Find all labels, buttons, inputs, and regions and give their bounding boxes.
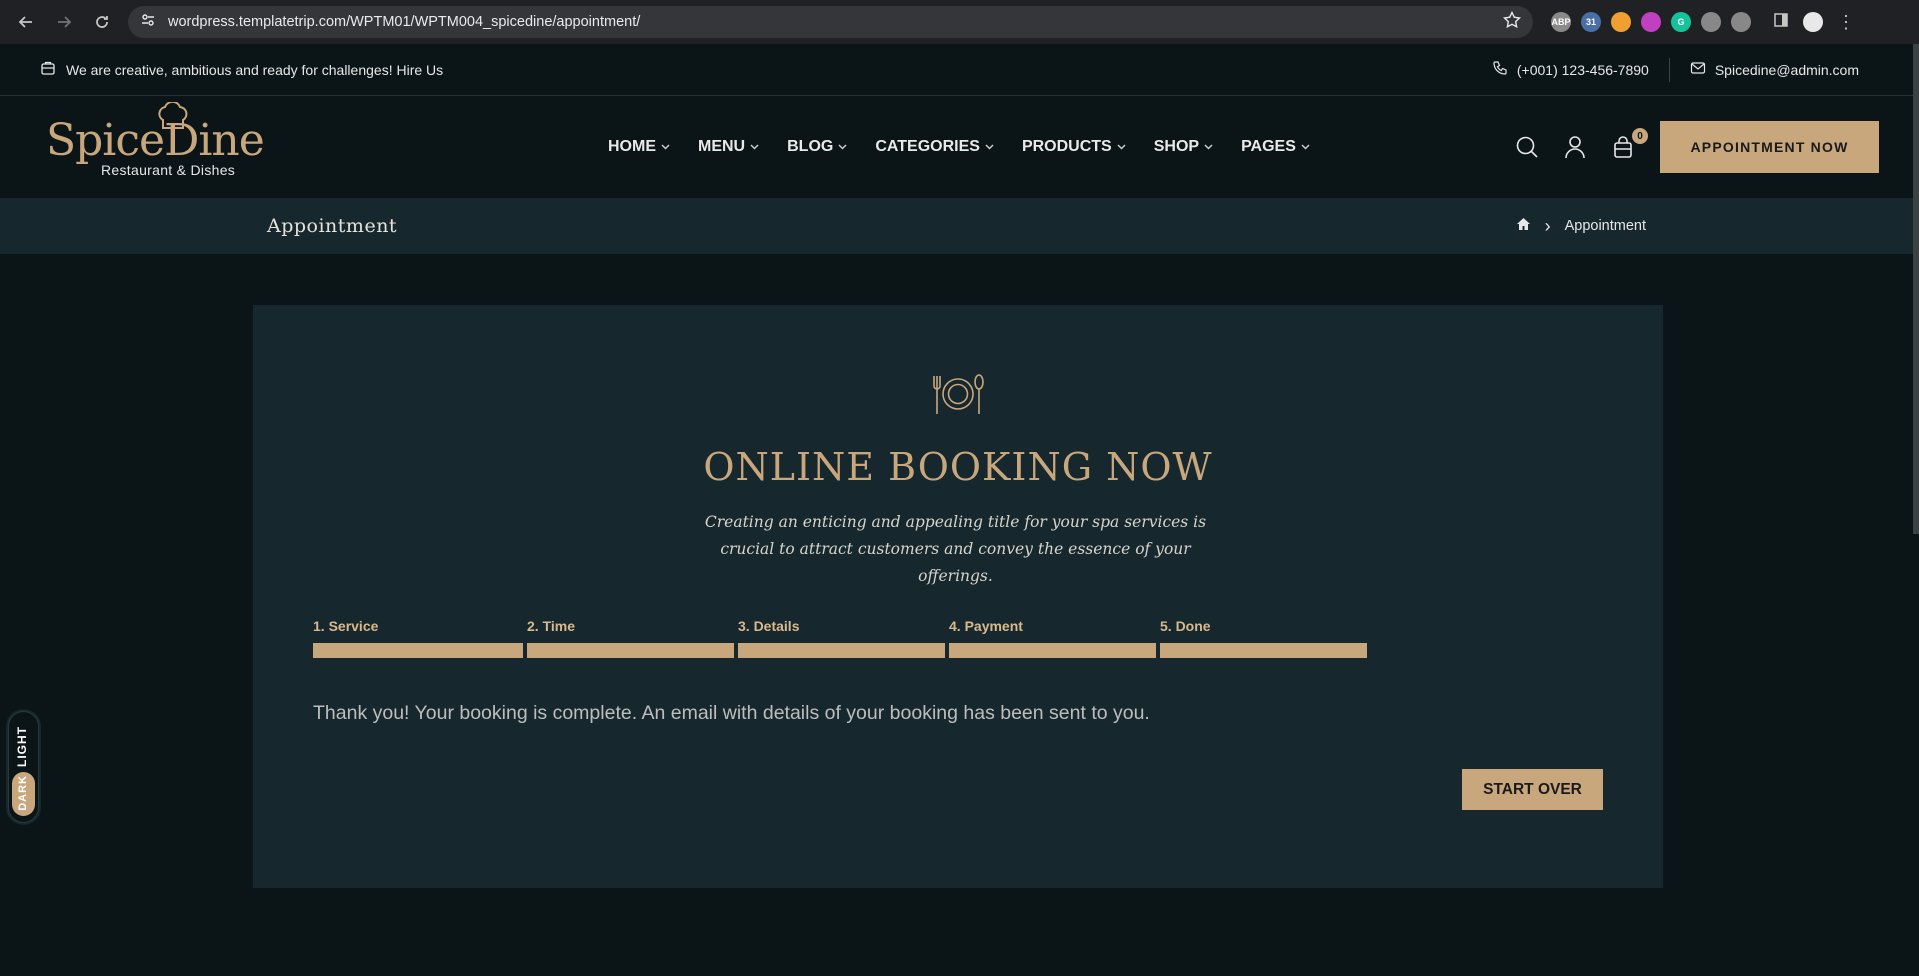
phone-number: (+001) 123-456-7890 <box>1516 61 1649 78</box>
step-label: 5. Done <box>1160 618 1211 634</box>
step-payment: 4. Payment <box>949 618 1156 658</box>
step-details: 3. Details <box>738 618 945 658</box>
light-mode-option[interactable]: LIGHT <box>15 726 29 767</box>
forward-button[interactable] <box>48 6 80 38</box>
calendar-icon[interactable]: 31 <box>1581 12 1601 32</box>
nav-label: PRODUCTS <box>1021 138 1112 155</box>
chevron-down-icon <box>1204 142 1213 153</box>
top-info-bar: We are creative, ambitious and ready for… <box>0 44 1919 96</box>
nav-label: HOME <box>608 138 656 155</box>
chevron-down-icon <box>1301 142 1310 153</box>
puzzle-icon[interactable] <box>1731 12 1751 32</box>
step-progress-bar <box>1160 643 1367 658</box>
briefcase-icon <box>40 60 56 79</box>
bookmark-star-icon[interactable] <box>1502 10 1522 34</box>
tagline-text[interactable]: We are creative, ambitious and ready for… <box>66 62 443 78</box>
chevron-down-icon <box>985 142 994 153</box>
page-title: Appointment <box>267 215 398 237</box>
nav-home[interactable]: HOME <box>594 138 684 156</box>
start-over-button[interactable]: START OVER <box>1462 769 1603 810</box>
nav-shop[interactable]: SHOP <box>1140 138 1227 156</box>
home-icon[interactable] <box>1516 217 1531 235</box>
nav-label: PAGES <box>1241 138 1296 155</box>
theme-toggle[interactable]: LIGHT DARK <box>8 711 39 823</box>
user-icon[interactable] <box>1562 134 1588 160</box>
cart-icon[interactable]: 0 <box>1610 128 1648 160</box>
booking-heading: ONLINE BOOKING NOW <box>703 445 1213 489</box>
dark-mode-option[interactable]: DARK <box>12 772 35 816</box>
grammarly-icon[interactable]: G <box>1671 12 1691 32</box>
nav-pages[interactable]: PAGES <box>1227 138 1324 156</box>
nav-label: MENU <box>698 138 746 155</box>
site-info-icon[interactable] <box>140 12 156 33</box>
dining-icon <box>930 372 986 421</box>
breadcrumb-separator: › <box>1544 215 1551 236</box>
back-button[interactable] <box>10 6 42 38</box>
breadcrumb: › Appointment <box>1516 216 1646 237</box>
colorwheel-icon[interactable] <box>1641 12 1661 32</box>
booking-card: ONLINE BOOKING NOW Creating an enticing … <box>253 305 1663 888</box>
chevron-down-icon <box>661 142 670 153</box>
step-progress-bar <box>949 643 1156 658</box>
step-done: 5. Done <box>1160 618 1367 658</box>
kebab-menu-icon[interactable]: ⋮ <box>1837 13 1855 31</box>
step-label: 3. Details <box>738 618 800 634</box>
url-text[interactable]: wordpress.templatetrip.com/WPTM01/WPTM00… <box>168 14 1491 30</box>
address-bar[interactable]: wordpress.templatetrip.com/WPTM01/WPTM00… <box>128 6 1533 38</box>
nav-label: CATEGORIES <box>875 138 980 155</box>
booking-complete-message: Thank you! Your booking is complete. An … <box>313 702 1150 724</box>
breadcrumb-current: Appointment <box>1564 218 1646 234</box>
chevron-down-icon <box>838 142 847 153</box>
site-logo[interactable]: SpiceDine Restaurant & Dishes <box>46 102 276 178</box>
phone-icon <box>1492 60 1508 79</box>
booking-progress-steps: 1. Service 2. Time 3. Details 4. Payment 5. … <box>313 618 1603 658</box>
step-label: 2. Time <box>527 618 575 634</box>
eye-icon[interactable] <box>1701 12 1721 32</box>
nav-blog[interactable]: BLOG <box>773 138 861 156</box>
step-service: 1. Service <box>313 618 523 658</box>
page-scrollbar[interactable] <box>1913 44 1919 534</box>
step-progress-bar <box>313 643 523 658</box>
chevron-down-icon <box>1117 142 1126 153</box>
cart-count-badge: 0 <box>1632 128 1648 144</box>
moon-icon[interactable] <box>1611 12 1631 32</box>
chef-hat-icon <box>158 102 188 129</box>
appointment-now-button[interactable]: APPOINTMENT NOW <box>1660 121 1879 173</box>
email-contact[interactable]: Spicedine@admin.com <box>1670 60 1879 79</box>
reload-button[interactable] <box>86 6 118 38</box>
sidepanel-icon[interactable] <box>1773 12 1789 33</box>
step-time: 2. Time <box>527 618 734 658</box>
dark-mode-label: DARK <box>17 775 29 811</box>
booking-subtitle: Creating an enticing and appealing title… <box>704 513 1207 585</box>
mail-icon <box>1690 60 1706 79</box>
phone-contact[interactable]: (+001) 123-456-7890 <box>1472 60 1669 79</box>
step-label: 1. Service <box>313 618 379 634</box>
step-progress-bar <box>738 643 945 658</box>
nav-menu[interactable]: MENU <box>684 138 773 156</box>
nav-products[interactable]: PRODUCTS <box>1008 138 1140 156</box>
step-label: 4. Payment <box>949 618 1023 634</box>
profile-avatar[interactable] <box>1803 12 1823 32</box>
search-icon[interactable] <box>1514 134 1540 160</box>
chevron-down-icon <box>750 142 759 153</box>
browser-toolbar: wordpress.templatetrip.com/WPTM01/WPTM00… <box>0 0 1919 44</box>
extensions-row: ABP 31 G <box>1551 12 1751 32</box>
email-address: Spicedine@admin.com <box>1714 61 1859 78</box>
abp-icon[interactable]: ABP <box>1551 12 1571 32</box>
nav-label: SHOP <box>1153 138 1200 155</box>
site-header: SpiceDine Restaurant & Dishes HOME MENU BL… <box>0 96 1919 198</box>
step-progress-bar <box>527 643 734 658</box>
main-navigation: HOME MENU BLOG CATEGORIES PRODUCTS SHOP PAGES <box>594 138 1324 156</box>
nav-label: BLOG <box>787 138 834 155</box>
nav-categories[interactable]: CATEGORIES <box>861 138 1008 156</box>
breadcrumb-band: Appointment › Appointment <box>0 198 1919 254</box>
